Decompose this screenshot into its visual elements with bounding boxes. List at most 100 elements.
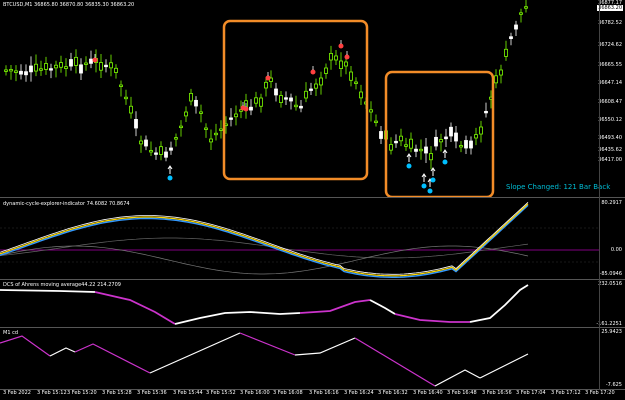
buy-signal-dot (427, 188, 433, 194)
candle-body (209, 138, 213, 143)
buy-signal-dot (167, 175, 173, 181)
candle-body (464, 140, 468, 149)
sell-signal-dot (338, 43, 344, 49)
candle-body (194, 99, 198, 107)
candle-body (14, 70, 18, 73)
time-axis-label: 3 Feb 16:48 (447, 390, 477, 396)
m1-cd-pane[interactable]: M1 cd 25.9423 -7.625 (0, 328, 625, 389)
candle-body (329, 53, 333, 61)
candle-body (454, 132, 458, 142)
candle-body (379, 131, 383, 139)
candle-body (259, 97, 263, 107)
candle-body (309, 88, 313, 91)
candle-body (44, 63, 48, 70)
candle-body (149, 150, 153, 153)
m1-cd-segment (0, 335, 51, 357)
candle-body (99, 62, 103, 71)
cycle-level-zero: 0.00 (610, 247, 622, 253)
time-axis-label: 3 Feb 15:20 (67, 390, 97, 396)
dcs-segment (299, 299, 371, 314)
candle-body (119, 84, 123, 87)
candle-body (184, 111, 188, 117)
candle-body (159, 146, 163, 155)
dcs-segment (94, 291, 176, 325)
price-scale-label: 36435.62 (598, 147, 622, 153)
price-scale-label: 36647.14 (598, 80, 622, 86)
time-axis-label: 3 Feb 16:40 (413, 390, 443, 396)
dcs-ahrens-pane[interactable]: DCS of Ahrens moving average44.22 214.27… (0, 280, 625, 327)
candle-body (509, 36, 513, 39)
buy-signal-dot (406, 163, 412, 169)
candle-body (249, 106, 253, 111)
candle-body (49, 68, 53, 71)
sell-signal-dot (344, 54, 350, 60)
m1-cd-segment (354, 337, 436, 387)
sell-signal-dot (310, 69, 316, 75)
candle-body (494, 75, 498, 84)
price-scale-label: 36863.20 (597, 5, 623, 11)
time-axis-label: 3 Feb 15:52 (206, 390, 236, 396)
candle-body (169, 147, 173, 151)
candle-body (124, 96, 128, 100)
time-axis-label: 3 Feb 16:08 (273, 390, 303, 396)
candle-body (219, 128, 223, 131)
time-axis-label: 3 Feb 17:12 (551, 390, 581, 396)
candle-body (469, 140, 473, 149)
candle-body (134, 119, 138, 129)
candle-body (519, 12, 523, 15)
candle-body (284, 97, 288, 100)
price-scale-border (599, 0, 600, 390)
price-scale-label: 36608.47 (598, 99, 622, 105)
time-axis-label: 3 Feb 15:36 (137, 390, 167, 396)
candle-body (449, 126, 453, 137)
candle-body (484, 110, 488, 114)
candle-body (404, 144, 408, 147)
cycle-level-top: 80.2917 (601, 200, 622, 206)
cycle-explorer-pane[interactable]: dynamic-cycle-explorer-indicator 74.6082… (0, 198, 625, 279)
dcs-level-top: 232.0516 (598, 281, 622, 287)
candle-body (399, 135, 403, 142)
candle-body (109, 62, 113, 69)
price-scale-label: 36782.52 (598, 20, 622, 26)
main-chart-header: BTCUSD,M1 36865.80 36870.80 36835.30 368… (3, 2, 135, 8)
m1-cd-segment (434, 369, 481, 387)
candle-body (389, 144, 393, 151)
candle-body (324, 67, 328, 74)
candle-body (424, 146, 428, 154)
candle-body (54, 64, 58, 69)
candle-body (179, 125, 183, 129)
candle-body (409, 138, 413, 149)
sell-signal-dot (92, 57, 98, 63)
main-chart-pane[interactable]: BTCUSD,M1 36865.80 36870.80 36835.30 368… (0, 0, 625, 197)
candle-body (414, 148, 418, 152)
candle-body (524, 6, 528, 9)
candle-body (9, 69, 13, 72)
candle-body (299, 105, 303, 109)
candle-body (154, 152, 158, 155)
time-axis-label: 3 Feb 15:28 (102, 390, 132, 396)
candle-body (114, 67, 118, 73)
dcs-ahrens-header: DCS of Ahrens moving average44.22 214.27… (3, 282, 121, 288)
price-scale-label: 36417.00 (598, 157, 622, 163)
price-scale-label: 36493.40 (598, 135, 622, 141)
m1-cd-segment (149, 332, 241, 374)
time-axis-label: 3 Feb 2022 (3, 390, 31, 396)
candle-body (189, 92, 193, 102)
candle-body (104, 64, 108, 68)
m1-cd-level-top: 25.9423 (601, 329, 622, 335)
dcs-segment (174, 311, 301, 325)
m1-cd-segment (49, 347, 76, 357)
time-axis-label: 3 Feb 17:04 (516, 390, 546, 396)
candle-body (359, 91, 363, 99)
buy-signal-dot (421, 183, 427, 189)
buy-signal-dot (442, 159, 448, 165)
candle-body (84, 62, 88, 65)
dcs-segment (369, 299, 396, 315)
candle-body (434, 136, 438, 147)
candle-body (499, 69, 503, 76)
candle-body (504, 48, 508, 57)
time-axis-label: 3 Feb 16:32 (378, 390, 408, 396)
candle-body (334, 55, 338, 61)
sell-signal-dot (265, 75, 271, 81)
candle-body (314, 83, 318, 89)
